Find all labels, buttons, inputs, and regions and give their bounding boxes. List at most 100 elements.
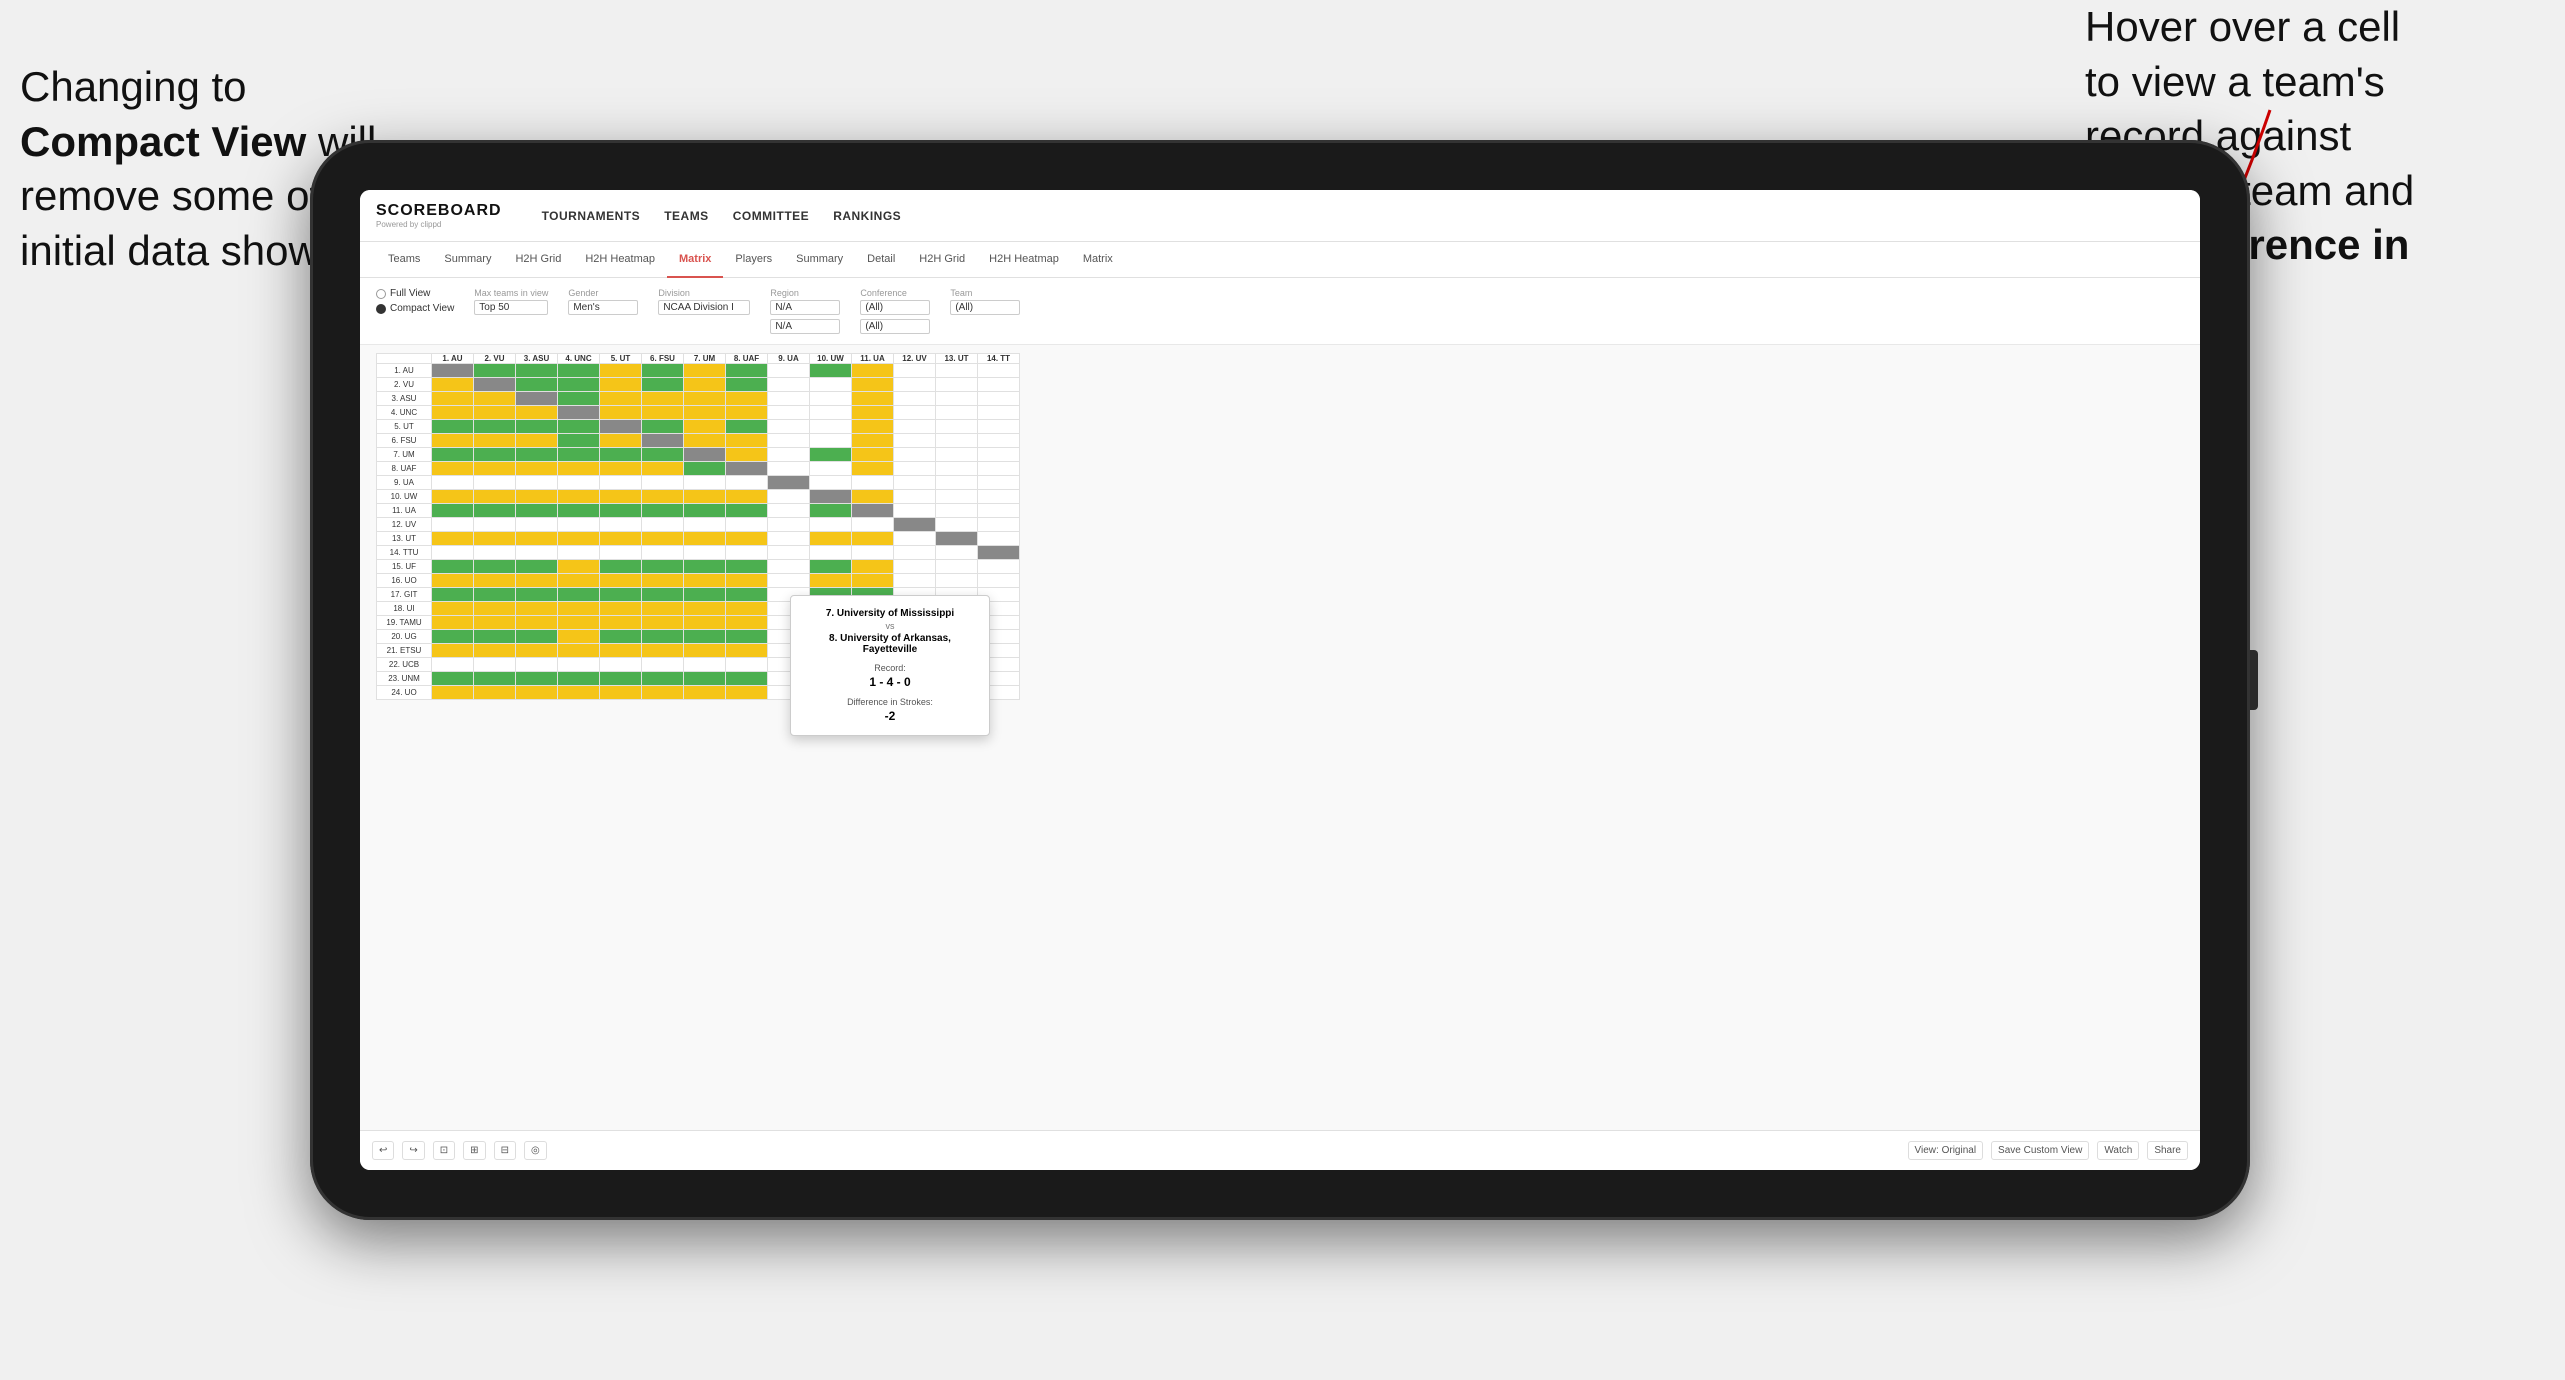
matrix-cell[interactable]: [810, 560, 852, 574]
matrix-cell[interactable]: [768, 420, 810, 434]
matrix-cell[interactable]: [600, 378, 642, 392]
matrix-cell[interactable]: [474, 616, 516, 630]
matrix-cell[interactable]: [432, 672, 474, 686]
matrix-cell[interactable]: [768, 574, 810, 588]
matrix-cell[interactable]: [768, 476, 810, 490]
matrix-cell[interactable]: [936, 406, 978, 420]
matrix-cell[interactable]: [684, 630, 726, 644]
matrix-cell[interactable]: [894, 434, 936, 448]
matrix-cell[interactable]: [516, 378, 558, 392]
matrix-cell[interactable]: [642, 420, 684, 434]
matrix-cell[interactable]: [558, 406, 600, 420]
matrix-cell[interactable]: [684, 504, 726, 518]
matrix-cell[interactable]: [432, 616, 474, 630]
matrix-cell[interactable]: [726, 560, 768, 574]
matrix-cell[interactable]: [558, 392, 600, 406]
matrix-cell[interactable]: [516, 392, 558, 406]
matrix-cell[interactable]: [810, 490, 852, 504]
matrix-cell[interactable]: [474, 462, 516, 476]
matrix-cell[interactable]: [558, 532, 600, 546]
matrix-cell[interactable]: [894, 518, 936, 532]
matrix-cell[interactable]: [600, 434, 642, 448]
tab-summary2[interactable]: Summary: [784, 242, 855, 278]
conference-select[interactable]: (All): [860, 300, 930, 315]
table-row[interactable]: 3. ASU: [377, 392, 1020, 406]
matrix-cell[interactable]: [474, 602, 516, 616]
matrix-cell[interactable]: [432, 476, 474, 490]
matrix-cell[interactable]: [684, 420, 726, 434]
matrix-cell[interactable]: [936, 476, 978, 490]
matrix-cell[interactable]: [642, 462, 684, 476]
matrix-cell[interactable]: [894, 574, 936, 588]
matrix-cell[interactable]: [474, 686, 516, 700]
nav-committee[interactable]: COMMITTEE: [733, 209, 810, 223]
matrix-cell[interactable]: [852, 560, 894, 574]
matrix-cell[interactable]: [516, 588, 558, 602]
table-row[interactable]: 5. UT: [377, 420, 1020, 434]
matrix-cell[interactable]: [558, 420, 600, 434]
matrix-cell[interactable]: [600, 616, 642, 630]
share-button[interactable]: Share: [2147, 1141, 2188, 1160]
matrix-cell[interactable]: [558, 378, 600, 392]
matrix-cell[interactable]: [600, 532, 642, 546]
matrix-cell[interactable]: [474, 630, 516, 644]
matrix-cell[interactable]: [558, 686, 600, 700]
matrix-cell[interactable]: [600, 658, 642, 672]
matrix-cell[interactable]: [936, 504, 978, 518]
matrix-cell[interactable]: [516, 504, 558, 518]
matrix-cell[interactable]: [768, 532, 810, 546]
matrix-cell[interactable]: [936, 448, 978, 462]
matrix-cell[interactable]: [516, 602, 558, 616]
table-row[interactable]: 11. UA: [377, 504, 1020, 518]
table-row[interactable]: 2. VU: [377, 378, 1020, 392]
table-row[interactable]: 15. UF: [377, 560, 1020, 574]
matrix-cell[interactable]: [936, 462, 978, 476]
matrix-cell[interactable]: [726, 644, 768, 658]
matrix-cell[interactable]: [600, 602, 642, 616]
matrix-cell[interactable]: [894, 490, 936, 504]
matrix-cell[interactable]: [600, 448, 642, 462]
matrix-area[interactable]: 1. AU2. VU3. ASU4. UNC5. UT6. FSU7. UM8.…: [360, 345, 2200, 1130]
nav-tournaments[interactable]: TOURNAMENTS: [542, 209, 641, 223]
max-teams-select[interactable]: Top 50: [474, 300, 548, 315]
save-custom-button[interactable]: Save Custom View: [1991, 1141, 2089, 1160]
matrix-cell[interactable]: [474, 574, 516, 588]
matrix-cell[interactable]: [642, 406, 684, 420]
matrix-cell[interactable]: [684, 462, 726, 476]
conference-select2[interactable]: (All): [860, 319, 930, 334]
matrix-cell[interactable]: [432, 378, 474, 392]
matrix-cell[interactable]: [684, 574, 726, 588]
matrix-cell[interactable]: [432, 448, 474, 462]
matrix-cell[interactable]: [894, 462, 936, 476]
matrix-cell[interactable]: [558, 504, 600, 518]
matrix-cell[interactable]: [432, 630, 474, 644]
matrix-cell[interactable]: [642, 518, 684, 532]
matrix-cell[interactable]: [936, 546, 978, 560]
matrix-cell[interactable]: [936, 560, 978, 574]
matrix-cell[interactable]: [642, 560, 684, 574]
matrix-cell[interactable]: [726, 392, 768, 406]
matrix-cell[interactable]: [558, 630, 600, 644]
matrix-cell[interactable]: [432, 406, 474, 420]
matrix-cell[interactable]: [894, 420, 936, 434]
matrix-cell[interactable]: [432, 644, 474, 658]
matrix-cell[interactable]: [516, 686, 558, 700]
matrix-cell[interactable]: [432, 686, 474, 700]
matrix-cell[interactable]: [978, 490, 1020, 504]
matrix-cell[interactable]: [432, 546, 474, 560]
matrix-cell[interactable]: [684, 476, 726, 490]
matrix-cell[interactable]: [558, 560, 600, 574]
matrix-cell[interactable]: [474, 560, 516, 574]
matrix-cell[interactable]: [432, 574, 474, 588]
matrix-cell[interactable]: [684, 588, 726, 602]
matrix-cell[interactable]: [600, 588, 642, 602]
matrix-cell[interactable]: [978, 518, 1020, 532]
matrix-cell[interactable]: [894, 560, 936, 574]
matrix-cell[interactable]: [684, 490, 726, 504]
matrix-cell[interactable]: [810, 462, 852, 476]
matrix-cell[interactable]: [516, 462, 558, 476]
matrix-cell[interactable]: [978, 420, 1020, 434]
matrix-cell[interactable]: [726, 490, 768, 504]
matrix-cell[interactable]: [516, 490, 558, 504]
matrix-cell[interactable]: [642, 672, 684, 686]
